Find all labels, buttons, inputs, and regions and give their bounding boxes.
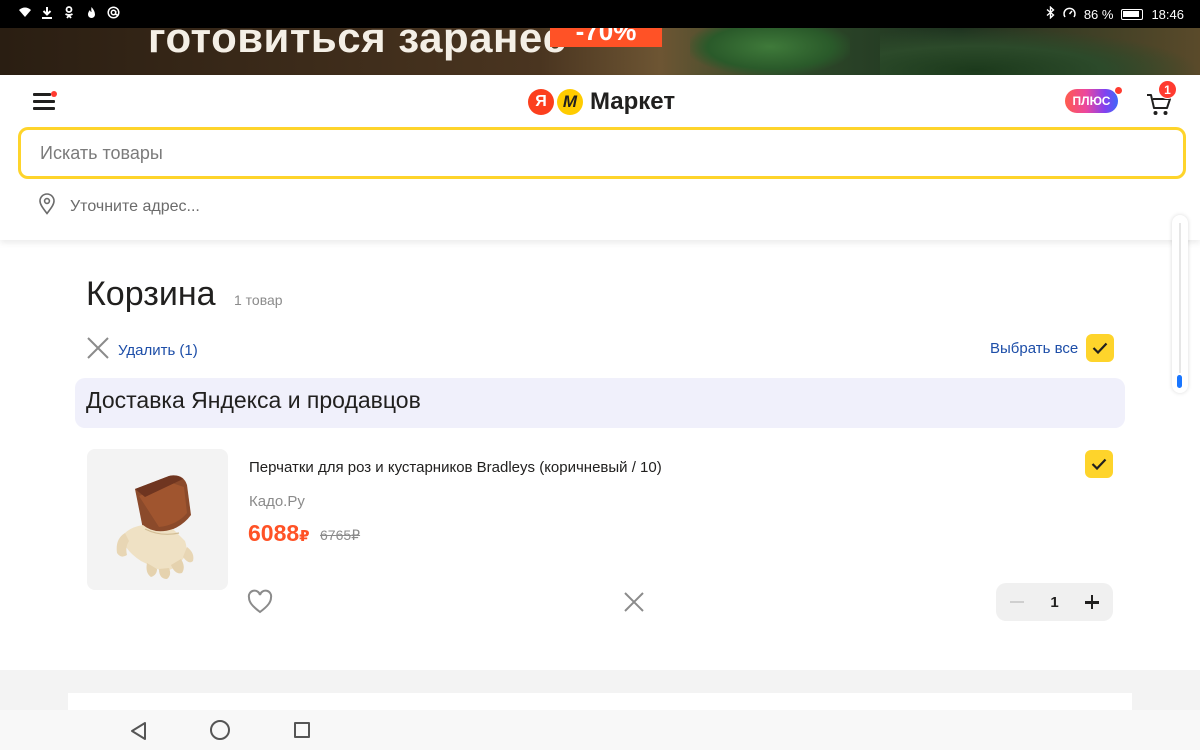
wifi-icon: [18, 6, 32, 20]
close-icon: [624, 592, 644, 612]
at-sign-icon: [106, 6, 120, 20]
delete-selected-label: Удалить (1): [118, 342, 198, 359]
delete-selected-button[interactable]: Удалить (1): [86, 336, 198, 365]
battery-percent: 86 %: [1083, 6, 1114, 22]
cart-count-badge: 1: [1158, 80, 1177, 99]
old-price-value: 6765: [320, 527, 352, 543]
bluetooth-icon: [1046, 5, 1055, 22]
price-currency: ₽: [299, 528, 310, 545]
close-icon: [86, 336, 110, 365]
header: Я М Маркет ПЛЮС 1 Уточните адрес...: [0, 75, 1200, 240]
quantity-decrease-button[interactable]: [1006, 591, 1028, 613]
checkmark-icon: [1091, 458, 1107, 470]
item-checkbox[interactable]: [1085, 450, 1113, 478]
product-name[interactable]: Перчатки для роз и кустарников Bradleys …: [249, 459, 662, 476]
status-icons-right: 86 % 18:46: [1046, 5, 1184, 22]
select-all-button[interactable]: Выбрать все: [990, 334, 1115, 362]
scrollbar-thumb[interactable]: [1177, 375, 1182, 388]
recent-apps-icon[interactable]: [294, 722, 310, 738]
quantity-value: 1: [1050, 593, 1059, 611]
address-label: Уточните адрес...: [70, 197, 200, 215]
page-title: Корзина: [86, 275, 216, 313]
delivery-section-title: Доставка Яндекса и продавцов: [75, 378, 1125, 428]
location-pin-icon: [38, 193, 56, 220]
product-image[interactable]: [87, 449, 228, 590]
system-navigation-bar: [0, 710, 1200, 750]
address-selector[interactable]: Уточните адрес...: [38, 193, 200, 220]
logo-ya-circle: Я: [528, 89, 554, 115]
ok-icon: [62, 6, 76, 20]
scrollbar-track: [1179, 223, 1181, 373]
product-price: 6088₽: [248, 520, 310, 547]
menu-button[interactable]: [33, 91, 57, 113]
logo-text: Маркет: [590, 88, 676, 115]
scrollbar[interactable]: [1172, 215, 1188, 393]
back-icon[interactable]: [130, 721, 148, 746]
select-all-checkbox[interactable]: [1086, 334, 1115, 362]
speed-gauge-icon: [1063, 7, 1076, 22]
old-price-currency: ₽: [351, 527, 361, 543]
clock: 18:46: [1151, 6, 1184, 22]
select-all-label: Выбрать все: [990, 339, 1079, 357]
checkmark-icon: [1092, 342, 1108, 354]
product-seller[interactable]: Кадо.Ру: [249, 493, 305, 510]
yandex-market-logo[interactable]: Я М Маркет: [528, 88, 675, 116]
quantity-increase-button[interactable]: [1081, 591, 1103, 613]
product-old-price: 6765₽: [320, 527, 360, 544]
status-bar: 86 % 18:46: [0, 0, 1200, 28]
banner-image-tree: [880, 28, 1200, 75]
banner-image-person: [690, 28, 850, 75]
banner-discount-badge: -70%: [550, 28, 662, 47]
favorite-button[interactable]: [246, 589, 274, 615]
home-icon[interactable]: [210, 720, 230, 740]
cart-item-count: 1 товар: [234, 292, 283, 308]
flame-icon: [84, 6, 98, 20]
plus-button[interactable]: ПЛЮС: [1065, 89, 1118, 113]
promo-banner[interactable]: готовиться заранее -70%: [0, 28, 1200, 75]
notification-dot: [51, 91, 57, 97]
remove-item-button[interactable]: [623, 591, 645, 613]
price-value: 6088: [248, 520, 300, 546]
battery-icon: [1121, 8, 1144, 20]
quantity-stepper: 1: [996, 583, 1113, 621]
download-icon: [40, 6, 54, 20]
banner-text: готовиться заранее: [148, 28, 567, 61]
heart-icon: [247, 589, 273, 614]
logo-m-circle: М: [557, 89, 583, 115]
search-input[interactable]: [18, 127, 1186, 179]
plus-notification-dot: [1114, 86, 1123, 95]
status-icons-left: [18, 6, 120, 20]
